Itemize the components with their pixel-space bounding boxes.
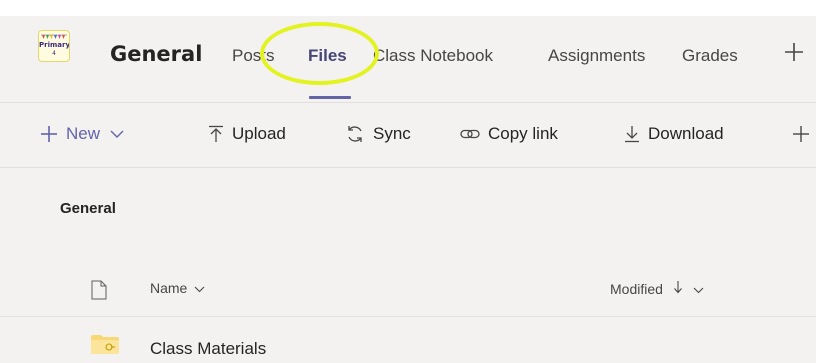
upload-button[interactable]: Upload <box>208 121 286 147</box>
sort-descending-arrow-icon <box>673 281 682 294</box>
chevron-down-icon <box>110 130 124 138</box>
chevron-down-icon <box>194 286 205 293</box>
team-logo[interactable]: Primary 4 <box>38 30 70 62</box>
window-top-strip <box>0 0 816 16</box>
tab-grades[interactable]: Grades <box>682 44 738 68</box>
plus-icon <box>793 126 809 142</box>
file-type-icon <box>91 280 107 300</box>
copy-link-button-label: Copy link <box>488 124 558 143</box>
sync-button-label: Sync <box>373 124 411 143</box>
download-icon <box>625 126 639 143</box>
breadcrumb-current-folder[interactable]: General <box>60 200 116 217</box>
sync-button[interactable]: Sync <box>345 121 411 147</box>
column-header-modified-label: Modified <box>610 281 663 297</box>
active-tab-indicator <box>309 96 351 99</box>
column-header-name[interactable]: Name <box>150 280 205 296</box>
plus-icon <box>41 126 57 142</box>
column-header-name-label: Name <box>150 280 188 296</box>
list-item-name[interactable]: Class Materials <box>150 339 266 359</box>
upload-button-label: Upload <box>232 124 286 143</box>
bunting-icon <box>41 34 67 39</box>
new-button-label: New <box>66 124 101 143</box>
download-button[interactable]: Download <box>624 121 724 147</box>
link-icon <box>460 129 480 139</box>
upload-icon <box>209 125 223 142</box>
channel-title: General <box>110 42 203 66</box>
annotation-highlight-circle <box>260 22 379 85</box>
tab-assignments[interactable]: Assignments <box>548 44 645 68</box>
new-button[interactable]: New <box>40 121 124 147</box>
tab-class-notebook[interactable]: Class Notebook <box>373 44 493 68</box>
team-logo-text: Primary <box>39 41 70 49</box>
copy-link-button[interactable]: Copy link <box>460 121 558 147</box>
add-tab-plus-icon[interactable] <box>782 40 806 64</box>
chevron-down-icon <box>693 287 704 294</box>
team-logo-subtext: 4 <box>52 50 56 57</box>
sync-icon <box>348 126 362 142</box>
download-button-label: Download <box>648 124 724 143</box>
row-divider <box>0 316 816 317</box>
column-header-modified[interactable]: Modified <box>610 280 704 297</box>
folder-icon <box>91 335 119 354</box>
more-actions-button[interactable] <box>792 121 810 147</box>
files-content <box>0 168 816 363</box>
